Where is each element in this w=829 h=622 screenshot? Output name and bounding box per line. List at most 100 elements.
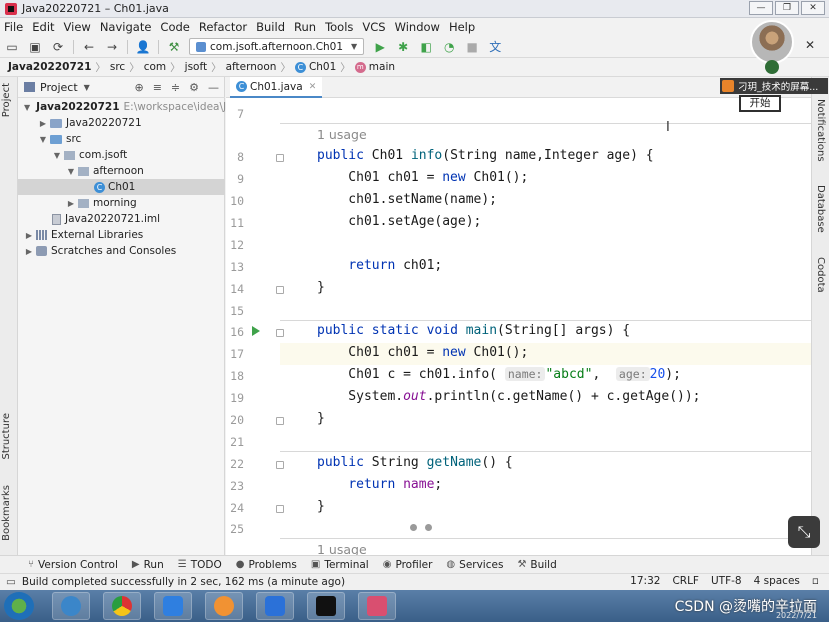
- taskbar-chrome-icon[interactable]: [103, 592, 141, 620]
- menu-navigate[interactable]: Navigate: [100, 20, 152, 34]
- chevron-right-icon[interactable]: ▶: [38, 119, 48, 128]
- coverage-icon[interactable]: ◧: [418, 39, 434, 55]
- build-tool[interactable]: ⚒ Build: [517, 559, 556, 571]
- presenter-avatar[interactable]: [750, 20, 794, 64]
- expand-all-icon[interactable]: ≑: [171, 81, 180, 94]
- chevron-down-icon[interactable]: ▼: [66, 167, 76, 176]
- problems-tool[interactable]: ● Problems: [236, 559, 297, 571]
- codota-tool-tab[interactable]: Codota: [815, 257, 826, 293]
- code-editor[interactable]: 7 8 9 10 11 12 13 14 15 16 17 18 19 20 2…: [226, 98, 811, 555]
- breadcrumb-jsoft[interactable]: jsoft: [185, 61, 207, 73]
- run-tool[interactable]: ▶ Run: [132, 559, 164, 571]
- chevron-right-icon[interactable]: ▶: [24, 231, 34, 240]
- usage-hint[interactable]: 1 usage: [317, 542, 367, 555]
- breadcrumb-src[interactable]: src: [110, 61, 125, 73]
- tree-item-morning[interactable]: ▶ morning: [18, 195, 225, 211]
- notifications-tool-tab[interactable]: Notifications: [815, 99, 826, 162]
- close-icon[interactable]: ✕: [805, 38, 815, 52]
- menu-edit[interactable]: Edit: [32, 20, 54, 34]
- file-encoding[interactable]: UTF-8: [711, 575, 742, 587]
- menu-build[interactable]: Build: [256, 20, 285, 34]
- menu-refactor[interactable]: Refactor: [199, 20, 247, 34]
- usage-hint[interactable]: 1 usage: [317, 127, 367, 142]
- stop-icon[interactable]: ■: [464, 39, 480, 55]
- back-arrow-icon[interactable]: ←: [81, 39, 97, 55]
- chevron-right-icon[interactable]: ▶: [24, 247, 34, 256]
- todo-tool[interactable]: ☰ TODO: [178, 559, 222, 571]
- chevron-down-icon[interactable]: ▼: [52, 151, 62, 160]
- tree-item-src[interactable]: ▼ src: [18, 131, 225, 147]
- database-tool-tab[interactable]: Database: [815, 185, 826, 233]
- sync-icon[interactable]: ⟳: [50, 39, 66, 55]
- chevron-down-icon[interactable]: ▼: [84, 83, 90, 92]
- menu-view[interactable]: View: [64, 20, 91, 34]
- fold-marker-icon[interactable]: [276, 286, 284, 294]
- event-log-icon[interactable]: ▭: [6, 576, 16, 588]
- bookmarks-tool-tab[interactable]: Bookmarks: [1, 485, 12, 541]
- breadcrumb-class[interactable]: Ch01: [309, 61, 336, 73]
- breadcrumb-com[interactable]: com: [144, 61, 166, 73]
- menu-code[interactable]: Code: [160, 20, 189, 34]
- fold-marker-icon[interactable]: [276, 505, 284, 513]
- menu-tools[interactable]: Tools: [325, 20, 353, 34]
- microphone-icon[interactable]: [765, 60, 779, 74]
- structure-tool-tab[interactable]: Structure: [1, 413, 12, 460]
- caret-position[interactable]: 17:32: [630, 575, 660, 587]
- save-icon[interactable]: ▣: [27, 39, 43, 55]
- line-separator[interactable]: CRLF: [672, 575, 699, 587]
- fold-marker-icon[interactable]: [276, 417, 284, 425]
- tree-item-iml[interactable]: Java20220721.iml: [18, 211, 225, 227]
- menu-help[interactable]: Help: [449, 20, 475, 34]
- debug-bug-icon[interactable]: ✱: [395, 39, 411, 55]
- forward-arrow-icon[interactable]: →: [104, 39, 120, 55]
- taskbar-ie-icon[interactable]: [52, 592, 90, 620]
- breadcrumb-method[interactable]: main: [369, 61, 395, 73]
- tree-item-ch01[interactable]: C Ch01: [18, 179, 225, 195]
- taskbar-app-icon[interactable]: [154, 592, 192, 620]
- start-share-button[interactable]: 开始: [739, 95, 781, 112]
- status-message[interactable]: Build completed successfully in 2 sec, 1…: [22, 576, 345, 588]
- tree-item-module-folder[interactable]: ▶ Java20220721: [18, 115, 225, 131]
- minimize-button[interactable]: —: [749, 1, 773, 15]
- chevron-right-icon[interactable]: ▶: [66, 199, 76, 208]
- close-tab-icon[interactable]: ✕: [309, 82, 317, 92]
- fold-marker-icon[interactable]: [276, 461, 284, 469]
- profile-icon[interactable]: ◔: [441, 39, 457, 55]
- profiler-tool[interactable]: ◉ Profiler: [383, 559, 433, 571]
- gear-icon[interactable]: ⚙: [189, 81, 199, 94]
- version-control-tool[interactable]: ⑂ Version Control: [28, 559, 118, 571]
- start-button[interactable]: [4, 592, 34, 620]
- tab-ch01-java[interactable]: C Ch01.java ✕: [230, 77, 323, 98]
- collapse-all-icon[interactable]: ≡: [153, 81, 162, 94]
- maximize-button[interactable]: ❐: [775, 1, 799, 15]
- project-tool-tab[interactable]: Project: [1, 83, 12, 117]
- run-configuration-select[interactable]: com.jsoft.afternoon.Ch01 ▼: [189, 38, 365, 55]
- menu-window[interactable]: Window: [395, 20, 440, 34]
- run-gutter-icon[interactable]: [252, 326, 260, 336]
- taskbar-meeting-icon[interactable]: [256, 592, 294, 620]
- taskbar-paint-icon[interactable]: [358, 592, 396, 620]
- menu-run[interactable]: Run: [294, 20, 316, 34]
- close-button[interactable]: ✕: [801, 1, 825, 15]
- user-icon[interactable]: 👤: [135, 39, 151, 55]
- translate-icon[interactable]: 文: [487, 39, 503, 55]
- breadcrumb-afternoon[interactable]: afternoon: [226, 61, 277, 73]
- tree-item-afternoon[interactable]: ▼ afternoon: [18, 163, 225, 179]
- fold-marker-icon[interactable]: [276, 154, 284, 162]
- tree-item-com-jsoft[interactable]: ▼ com.jsoft: [18, 147, 225, 163]
- tree-item-external-libraries[interactable]: ▶ External Libraries: [18, 227, 225, 243]
- hide-icon[interactable]: —: [208, 81, 219, 94]
- menu-vcs[interactable]: VCS: [362, 20, 385, 34]
- lock-icon[interactable]: ▫: [812, 575, 819, 587]
- run-icon[interactable]: ▶: [372, 39, 388, 55]
- build-hammer-icon[interactable]: ⚒: [166, 39, 182, 55]
- menu-file[interactable]: File: [4, 20, 23, 34]
- locate-icon[interactable]: ⊕: [134, 81, 143, 94]
- tree-item-scratches[interactable]: ▶ Scratches and Consoles: [18, 243, 225, 259]
- fold-marker-icon[interactable]: [276, 329, 284, 337]
- tree-item-project-root[interactable]: ▼ Java20220721 E:\workspace\idea\Ja: [18, 99, 233, 115]
- indent-setting[interactable]: 4 spaces: [754, 575, 800, 587]
- chevron-down-icon[interactable]: ▼: [24, 103, 30, 112]
- terminal-tool[interactable]: ▣ Terminal: [311, 559, 369, 571]
- expand-icon[interactable]: ⤡: [788, 516, 820, 548]
